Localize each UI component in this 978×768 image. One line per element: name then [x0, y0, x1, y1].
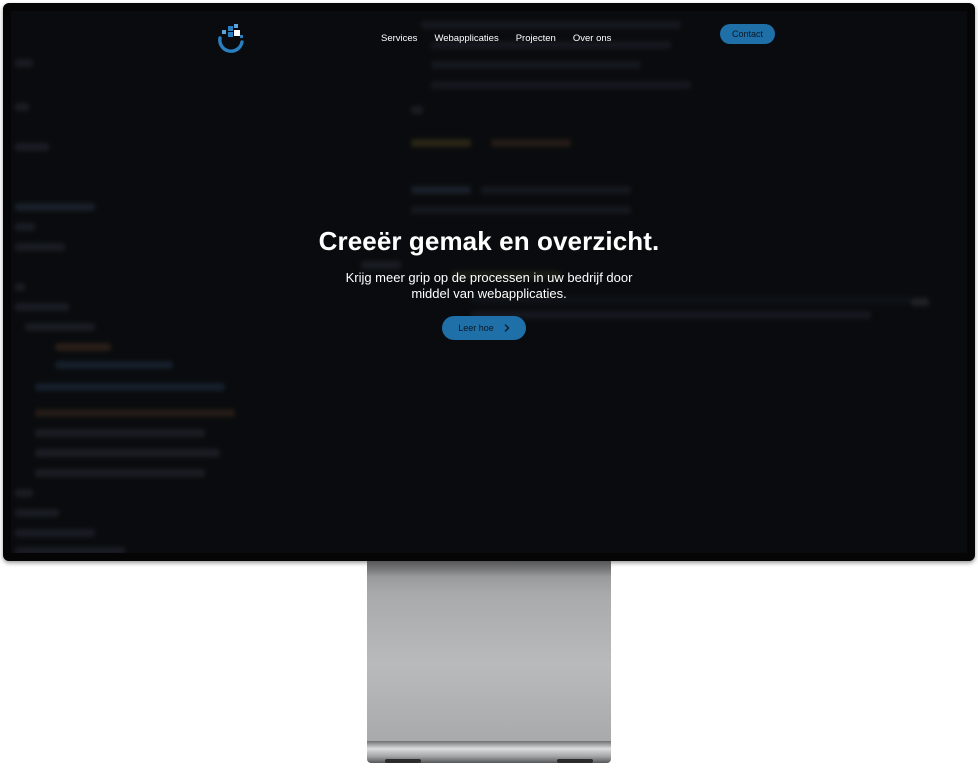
nav-item-services[interactable]: Services — [381, 33, 417, 44]
nav-item-webapplicaties[interactable]: Webapplicaties — [434, 33, 498, 44]
monitor-stand-base — [367, 741, 611, 763]
chevron-right-icon — [504, 324, 510, 332]
stand-foot-right — [557, 759, 593, 763]
stand-foot-left — [385, 759, 421, 763]
leer-hoe-label: Leer hoe — [458, 323, 494, 333]
leer-hoe-button[interactable]: Leer hoe — [442, 316, 526, 340]
stage: Services Webapplicaties Projecten Over o… — [0, 0, 978, 768]
website-screen: Services Webapplicaties Projecten Over o… — [11, 11, 967, 553]
monitor-stand — [367, 561, 611, 749]
logo-icon[interactable] — [214, 22, 248, 58]
main-nav: Services Webapplicaties Projecten Over o… — [381, 33, 628, 44]
nav-item-over-ons[interactable]: Over ons — [573, 33, 612, 44]
stand-shadow — [367, 561, 611, 577]
contact-button-label: Contact — [731, 29, 764, 39]
contact-button[interactable]: Contact — [720, 24, 775, 44]
hero-title: Creeër gemak en overzicht. — [318, 226, 660, 256]
nav-item-projecten[interactable]: Projecten — [516, 33, 556, 44]
hero-subtitle-line-1: Krijg meer grip op de processen in uw be… — [345, 270, 633, 285]
monitor: Services Webapplicaties Projecten Over o… — [3, 3, 975, 561]
hero-subtitle: Krijg meer grip op de processen in uw be… — [11, 270, 967, 302]
hero-subtitle-line-2: middel van webapplicaties. — [411, 286, 567, 301]
